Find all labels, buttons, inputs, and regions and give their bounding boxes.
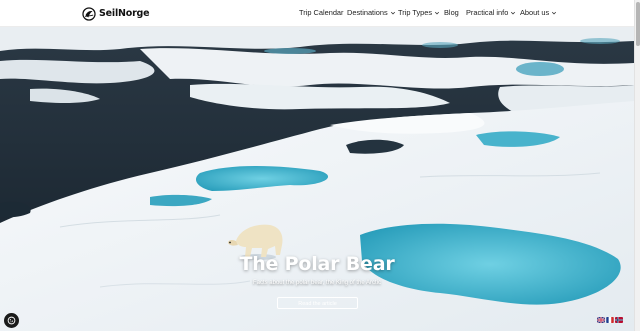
chevron-down-icon bbox=[390, 11, 395, 14]
nav-label: Trip Types bbox=[398, 8, 433, 17]
hero-subtitle: Facts about the polar bear, the King of … bbox=[252, 280, 382, 286]
logo-wordmark: SeilNorge bbox=[99, 8, 150, 19]
chevron-down-icon bbox=[435, 11, 440, 14]
nav-label: Trip Calendar bbox=[299, 8, 344, 17]
flag-french-icon[interactable] bbox=[606, 317, 614, 323]
nav-blog[interactable]: Blog bbox=[444, 8, 459, 17]
nav-label: Blog bbox=[444, 8, 459, 17]
flag-english-icon[interactable] bbox=[597, 317, 605, 323]
language-switcher bbox=[597, 317, 623, 323]
site-header: SeilNorge Trip Calendar Destinations Tri… bbox=[0, 0, 634, 27]
nav-label: Destinations bbox=[347, 8, 388, 17]
page-scrollbar[interactable] bbox=[634, 0, 640, 331]
cookie-settings-icon bbox=[7, 316, 16, 325]
chevron-down-icon bbox=[511, 11, 516, 14]
chevron-down-icon bbox=[552, 11, 557, 14]
nav-trip-types[interactable]: Trip Types bbox=[398, 8, 440, 17]
scrollbar-thumb[interactable] bbox=[636, 2, 640, 46]
nav-destinations[interactable]: Destinations bbox=[347, 8, 396, 17]
cookie-settings-button[interactable] bbox=[4, 313, 19, 328]
nav-trip-calendar[interactable]: Trip Calendar bbox=[299, 8, 344, 17]
nav-label: About us bbox=[520, 8, 550, 17]
flag-norwegian-icon[interactable] bbox=[615, 317, 623, 323]
hero-title: The Polar Bear bbox=[239, 253, 395, 275]
site-logo[interactable]: SeilNorge bbox=[82, 5, 150, 22]
hero-banner: The Polar Bear Facts about the polar bea… bbox=[0, 27, 634, 331]
nav-about-us[interactable]: About us bbox=[520, 8, 557, 17]
nav-label: Practical info bbox=[466, 8, 509, 17]
read-article-button[interactable]: Read the article bbox=[277, 297, 358, 309]
seilnorge-logo-icon bbox=[82, 6, 96, 21]
nav-practical-info[interactable]: Practical info bbox=[466, 8, 516, 17]
